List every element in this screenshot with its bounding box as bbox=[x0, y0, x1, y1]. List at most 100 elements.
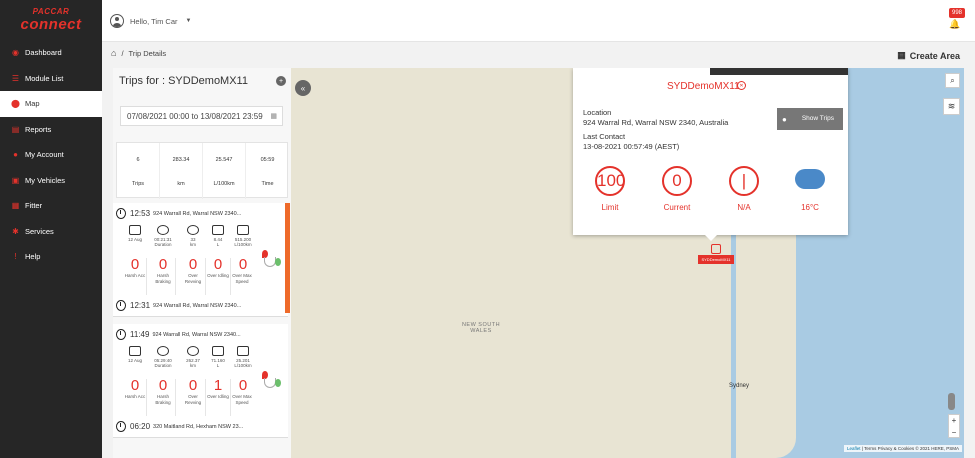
vehicle-marker[interactable]: SYDDemoMX11 bbox=[698, 244, 734, 265]
create-area-button[interactable]: ▦ Create Area bbox=[897, 50, 960, 61]
summary-value: 05:59 bbox=[260, 157, 275, 163]
add-icon[interactable]: + bbox=[276, 76, 286, 86]
calendar-icon[interactable]: ▦ bbox=[270, 112, 277, 120]
leaflet-link[interactable]: Leaflet bbox=[847, 446, 861, 451]
summary-label: L/100km bbox=[213, 181, 235, 187]
user-menu[interactable]: Hello, Tim Car ▼ bbox=[110, 14, 191, 28]
sidebar-item-label: Map bbox=[25, 99, 40, 109]
event-harsh-acc-count: 0 bbox=[130, 256, 140, 273]
summary-value: 25.547 bbox=[215, 157, 233, 163]
summary-time: 05:59 Time bbox=[246, 143, 289, 199]
metric-value: 12 Aug bbox=[127, 237, 142, 242]
zoom-in-button[interactable]: + bbox=[949, 415, 959, 427]
sidebar-item-label: Help bbox=[25, 252, 41, 262]
trip-distance: 33 km bbox=[181, 225, 205, 247]
start-clock-icon bbox=[116, 329, 126, 340]
metric-label: km bbox=[190, 242, 196, 247]
map-search-icon[interactable]: ⌕ bbox=[945, 73, 960, 88]
show-trips-button[interactable]: ● Show Trips bbox=[777, 108, 843, 130]
limit-label: Limit bbox=[601, 203, 619, 212]
map[interactable]: NEW SOUTH WALES Sydney « ⌕ ≋ + − Leaflet… bbox=[291, 68, 964, 458]
sidebar-item-fitter[interactable]: ▦ Fitter bbox=[0, 193, 102, 219]
limit-value: 100 bbox=[597, 171, 626, 190]
notifications[interactable]: 998 🔔 bbox=[943, 8, 965, 32]
summary-trips: 6 Trips bbox=[117, 143, 160, 199]
street-view-icon[interactable] bbox=[948, 393, 955, 410]
map-attribution: Leaflet | Terms Privacy & Cookies © 2021… bbox=[844, 445, 962, 452]
avatar bbox=[110, 14, 124, 28]
breadcrumb: ⌂ / Trip Details bbox=[111, 48, 166, 58]
trip-fuel: 8.44 L bbox=[206, 225, 230, 247]
summary-label: km bbox=[177, 181, 185, 187]
sidebar-nav: ◉ Dashboard ☰ Module List ⬤ Map ▤ Reports ● M… bbox=[0, 40, 102, 270]
event-label: Over Idling bbox=[207, 394, 229, 399]
map-pin-icon: ⬤ bbox=[11, 99, 20, 109]
calendar-icon bbox=[129, 346, 141, 356]
summary-label: Trips bbox=[131, 181, 145, 187]
trip-selected-bar bbox=[285, 203, 290, 313]
trip-start-address: 924 Warrall Rd, Warral NSW 2340... bbox=[153, 210, 242, 217]
metric-label: L bbox=[216, 242, 220, 247]
date-range-input[interactable]: 07/08/2021 00:00 to 13/08/2021 23:59 ▦ bbox=[120, 106, 283, 126]
trip-duration: 05:29:40 Duration bbox=[151, 346, 175, 368]
route-icon[interactable] bbox=[261, 371, 281, 395]
sidebar-item-map[interactable]: ⬤ Map bbox=[0, 91, 102, 117]
date-range-value: 07/08/2021 00:00 to 13/08/2021 23:59 bbox=[127, 112, 263, 121]
sidebar: PACCAR connect ◉ Dashboard ☰ Module List ⬤ M… bbox=[0, 0, 102, 458]
trip-date: 12 Aug bbox=[123, 346, 147, 363]
start-clock-icon bbox=[116, 208, 126, 219]
route-icon[interactable] bbox=[261, 250, 281, 274]
na-value: | bbox=[741, 171, 747, 190]
sidebar-item-services[interactable]: ✱ Services bbox=[0, 219, 102, 245]
trip-start-time: 11:49 bbox=[130, 330, 150, 339]
trip-distance: 262.37 km bbox=[181, 346, 205, 368]
home-icon[interactable]: ⌂ bbox=[111, 48, 116, 58]
summary-value: 283.34 bbox=[172, 157, 190, 163]
popup-tip bbox=[705, 235, 717, 241]
trip-card[interactable]: 12:53 924 Warrall Rd, Warral NSW 2340...… bbox=[113, 203, 290, 317]
event-label: Over Max Speed bbox=[232, 273, 252, 284]
metric-label: L/100km bbox=[234, 363, 252, 368]
breadcrumb-separator: / bbox=[121, 48, 124, 58]
trip-consumption: 515.200 L/100km bbox=[231, 225, 255, 247]
calendar-icon bbox=[129, 225, 141, 235]
sidebar-item-my-account[interactable]: ● My Account bbox=[0, 142, 102, 168]
event-harsh-acc-count: 0 bbox=[130, 377, 140, 394]
sidebar-item-label: Reports bbox=[25, 124, 52, 134]
collapse-panel-button[interactable]: « bbox=[295, 80, 311, 96]
trip-end: 12:31 924 Warrall Rd, Warral NSW 2340... bbox=[116, 300, 241, 311]
close-icon[interactable]: ✕ bbox=[737, 81, 746, 90]
metric-label: Duration bbox=[154, 242, 172, 247]
breadcrumb-current: Trip Details bbox=[128, 48, 167, 58]
sidebar-item-label: Services bbox=[25, 226, 54, 236]
sidebar-item-help[interactable]: ! Help bbox=[0, 244, 102, 270]
trip-start-time: 12:53 bbox=[130, 209, 151, 218]
account-icon: ● bbox=[13, 150, 18, 160]
trip-duration: 00:21:31 Duration bbox=[151, 225, 175, 247]
summary-value: 6 bbox=[136, 157, 140, 163]
sidebar-item-label: Fitter bbox=[25, 201, 43, 211]
fuel-icon bbox=[212, 225, 224, 235]
user-greeting: Hello, Tim Car bbox=[130, 16, 178, 26]
trip-summary: 6 Trips 283.34 km 25.547 L/100km 05:59 Time bbox=[116, 142, 289, 199]
zoom-out-button[interactable]: − bbox=[949, 427, 959, 439]
event-label: Over Idling bbox=[207, 273, 229, 278]
summary-label: Time bbox=[261, 181, 274, 187]
sidebar-item-module-list[interactable]: ☰ Module List bbox=[0, 66, 102, 92]
temperature-value: 16°C bbox=[801, 203, 819, 212]
fuel-rate-icon bbox=[237, 225, 249, 235]
sidebar-item-dashboard[interactable]: ◉ Dashboard bbox=[0, 40, 102, 66]
sidebar-item-my-vehicles[interactable]: ▣ My Vehicles bbox=[0, 168, 102, 194]
trip-end-address: 320 Maitland Rd, Hexham NSW 23... bbox=[153, 423, 244, 430]
paccar-connect-logo[interactable]: PACCAR connect bbox=[0, 0, 102, 40]
event-over-revving-count: 0 bbox=[188, 377, 198, 394]
layers-icon[interactable]: ≋ bbox=[943, 98, 960, 115]
divider bbox=[175, 379, 176, 416]
last-contact-value: 13-08-2021 00:57:49 (AEST) bbox=[583, 142, 680, 151]
stopwatch-icon bbox=[157, 346, 169, 356]
sidebar-item-reports[interactable]: ▤ Reports bbox=[0, 117, 102, 143]
event-label: Harsh Acc bbox=[124, 394, 146, 399]
sidebar-item-label: Dashboard bbox=[25, 48, 62, 58]
last-contact-label: Last Contact bbox=[583, 132, 626, 141]
trip-card[interactable]: 11:49 924 Warrall Rd, Warral NSW 2340...… bbox=[113, 324, 288, 438]
